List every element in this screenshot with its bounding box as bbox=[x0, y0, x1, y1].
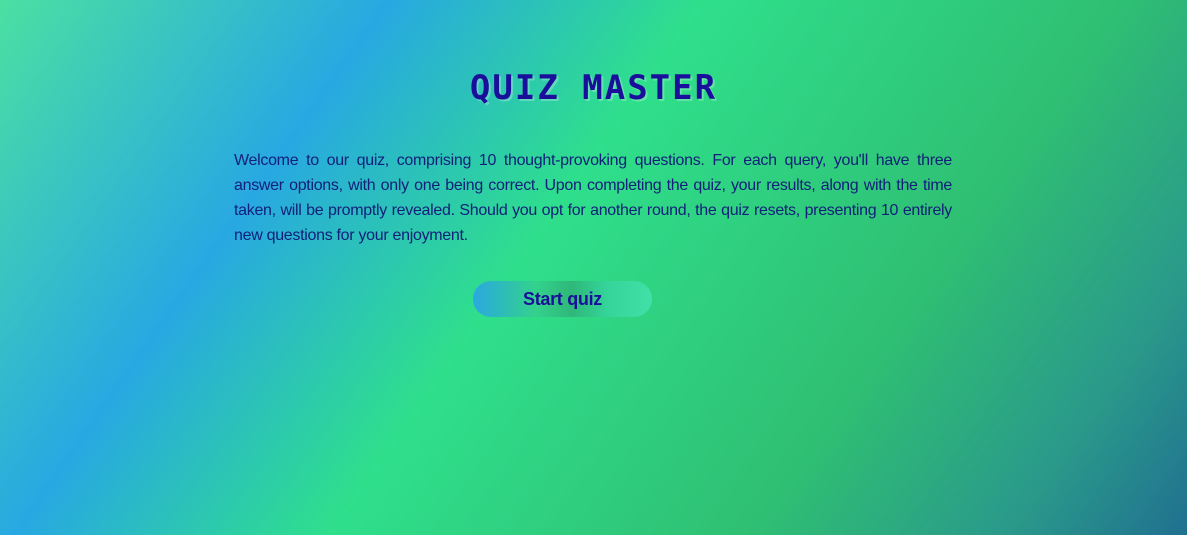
intro-text: Welcome to our quiz, comprising 10 thoug… bbox=[234, 152, 952, 244]
page-title: QUIZ MASTER bbox=[469, 68, 718, 108]
quiz-landing-page: QUIZ MASTER Welcome to our quiz, compris… bbox=[0, 0, 1187, 535]
start-quiz-button[interactable]: Start quiz bbox=[473, 281, 652, 317]
